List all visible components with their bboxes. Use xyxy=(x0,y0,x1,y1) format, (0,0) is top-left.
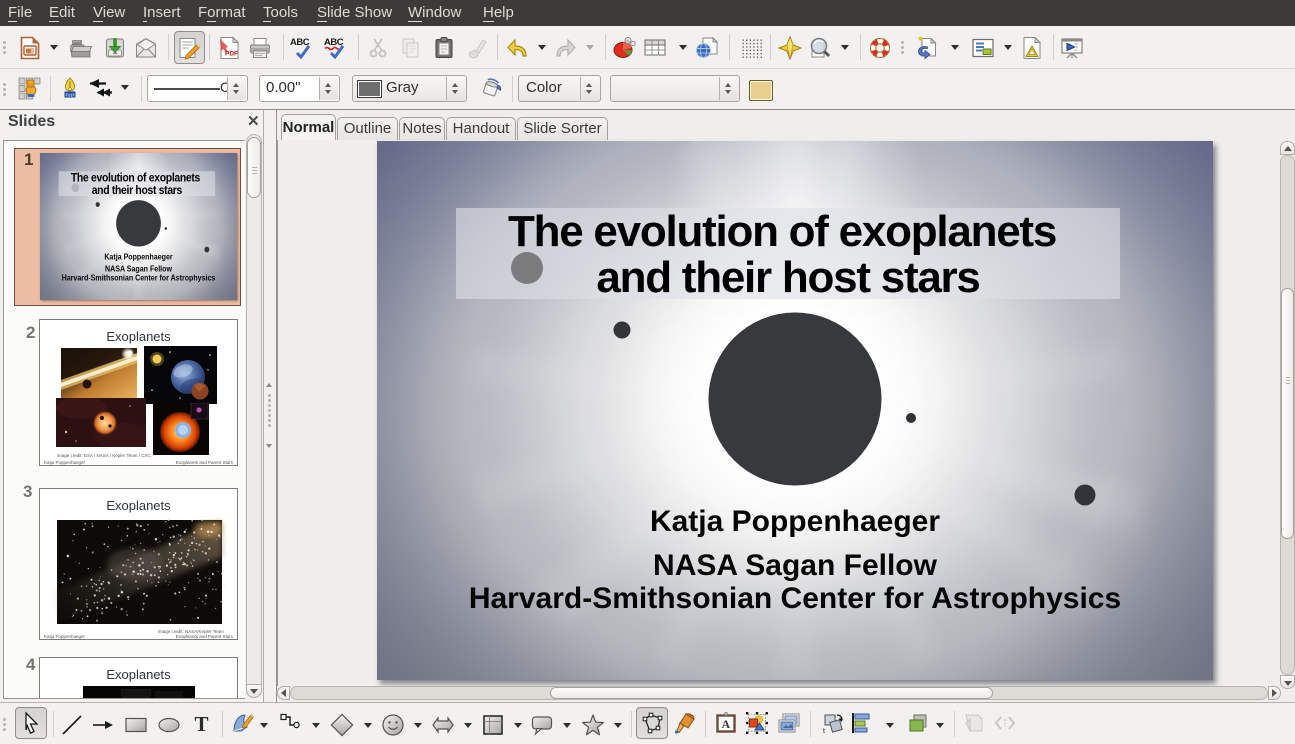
svg-text:PDF: PDF xyxy=(225,51,238,58)
svg-text:t: t xyxy=(823,728,825,735)
svg-text:%: % xyxy=(626,39,630,44)
svg-text:A: A xyxy=(722,717,731,731)
svg-text:T: T xyxy=(195,712,209,736)
svg-text:ABC: ABC xyxy=(290,37,310,48)
svg-text:ABC: ABC xyxy=(324,37,344,48)
